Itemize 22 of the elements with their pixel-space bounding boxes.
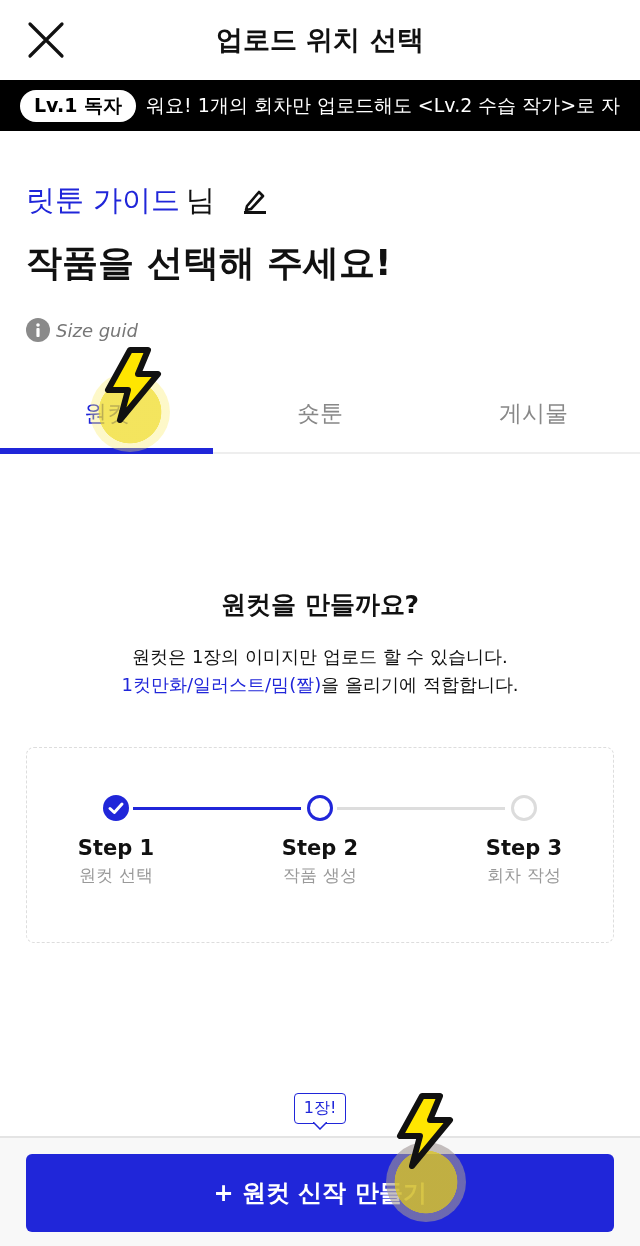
- honorific: 님: [186, 182, 216, 219]
- banner-message: 워요! 1개의 회차만 업로드해도 <Lv.2 수습 작가>로 자: [146, 92, 621, 118]
- info-icon[interactable]: [26, 318, 50, 342]
- headline: 작품을 선택해 주세요!: [26, 241, 393, 285]
- step-caption: 원컷 선택: [79, 864, 153, 887]
- section-heading: 원컷을 만들까요?: [219, 589, 421, 621]
- author-name: 릿툰 가이드: [26, 182, 181, 219]
- step-caption: 회차 작성: [487, 864, 561, 887]
- step-caption: 작품 생성: [283, 864, 357, 887]
- count-tooltip: 1장!: [293, 1092, 347, 1124]
- category-tab[interactable]: 숏툰: [213, 378, 427, 454]
- page-title: 업로드 위치 선택: [216, 23, 424, 57]
- category-tab[interactable]: 게시물: [426, 378, 640, 454]
- step-label: Step 3: [485, 836, 563, 860]
- step-label: Step 1: [77, 836, 155, 860]
- size-guide-link[interactable]: Size guid: [56, 319, 138, 341]
- description: 원컷은 1장의 이미지만 업로드 할 수 있습니다. 1컷만화/일러스트/밈(짤)을 올리기에 적합합니다.: [120, 645, 520, 697]
- close-icon[interactable]: [26, 20, 66, 60]
- step-label: Step 2: [281, 836, 359, 860]
- suitable-types-link[interactable]: 1컷만화/일러스트/밈(짤): [121, 674, 322, 695]
- tooltip-pointer: [313, 1122, 327, 1130]
- level-badge: Lv.1 독자: [20, 89, 136, 122]
